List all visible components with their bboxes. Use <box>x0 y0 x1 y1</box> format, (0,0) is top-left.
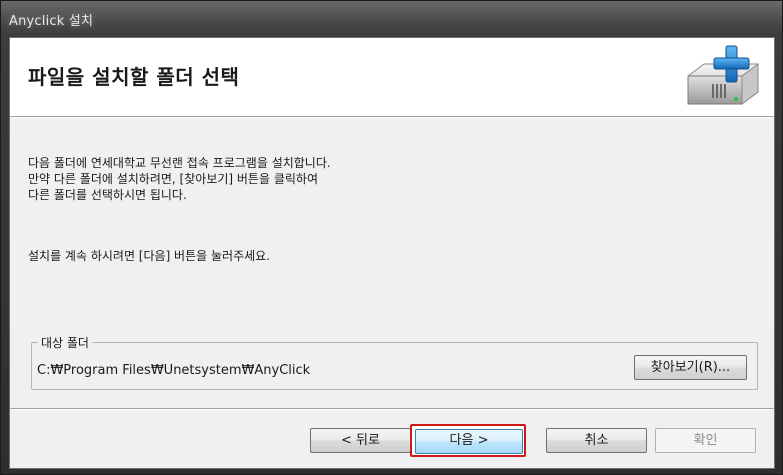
browse-button[interactable]: 찾아보기(R)... <box>634 355 747 380</box>
next-button[interactable]: 다음 > <box>415 429 523 454</box>
hard-drive-plus-icon <box>687 45 759 105</box>
destination-folder-group: 대상 폴더 C:₩Program Files₩Unetsystem₩AnyCli… <box>31 334 758 390</box>
back-button[interactable]: < 뒤로 <box>310 428 411 453</box>
continue-instruction: 설치를 계속 하시려면 [다음] 버튼을 눌러주세요. <box>28 249 271 263</box>
destination-path: C:₩Program Files₩Unetsystem₩AnyClick <box>37 363 311 378</box>
installer-window: Anyclick 설치 파일을 설치할 폴더 선택 다음 폴더에 연세대학교 무… <box>0 0 783 475</box>
header-panel: 파일을 설치할 폴더 선택 <box>10 38 774 117</box>
next-button-highlight[interactable]: 다음 > <box>410 424 526 457</box>
destination-folder-label: 대상 폴더 <box>38 334 92 351</box>
title-bar[interactable]: Anyclick 설치 <box>1 1 782 37</box>
footer-separator-highlight <box>10 409 774 410</box>
description-line-1: 다음 폴더에 연세대학교 무선랜 접속 프로그램을 설치합니다. <box>28 156 331 170</box>
cancel-button[interactable]: 취소 <box>546 428 647 453</box>
window-title: Anyclick 설치 <box>9 14 94 29</box>
ok-button[interactable]: 확인 <box>655 428 756 453</box>
header-separator <box>10 117 774 118</box>
description-line-2: 만약 다른 폴더에 설치하려면, [찾아보기] 버튼을 클릭하여 <box>28 172 318 186</box>
description-line-3: 다른 폴더를 선택하시면 됩니다. <box>28 188 187 202</box>
page-title: 파일을 설치할 폴더 선택 <box>28 65 240 89</box>
description-text: 다음 폴더에 연세대학교 무선랜 접속 프로그램을 설치합니다. 만약 다른 폴… <box>28 155 331 203</box>
client-area: 파일을 설치할 폴더 선택 다음 폴더에 연세대학교 무선랜 접속 프로그램을 … <box>9 37 775 469</box>
